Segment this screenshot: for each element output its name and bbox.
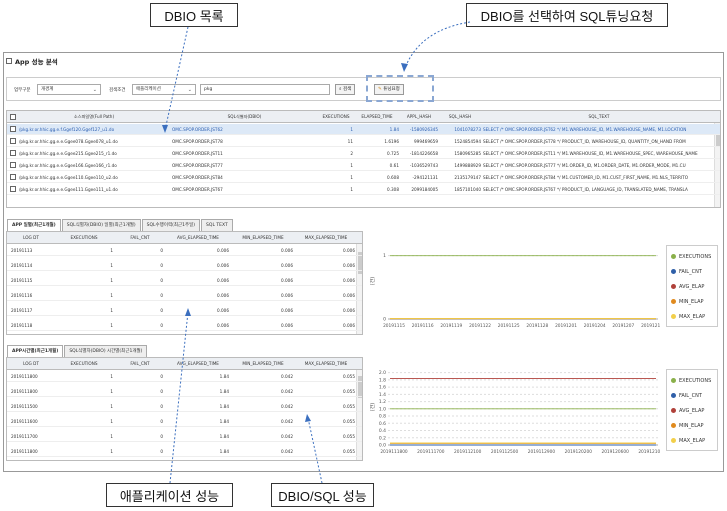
arrow-tuning [404,21,471,69]
arrowhead-app-perf [185,308,191,316]
arrow-dbio-list [164,26,189,131]
callout-arrows [162,21,471,484]
arrowhead-dbio-sql-perf [305,414,311,422]
arrow-app-perf [169,311,189,484]
arrowhead-dbio-list [162,125,168,133]
arrow-dbio-sql-perf [307,417,323,484]
arrowhead-tuning [401,63,408,72]
